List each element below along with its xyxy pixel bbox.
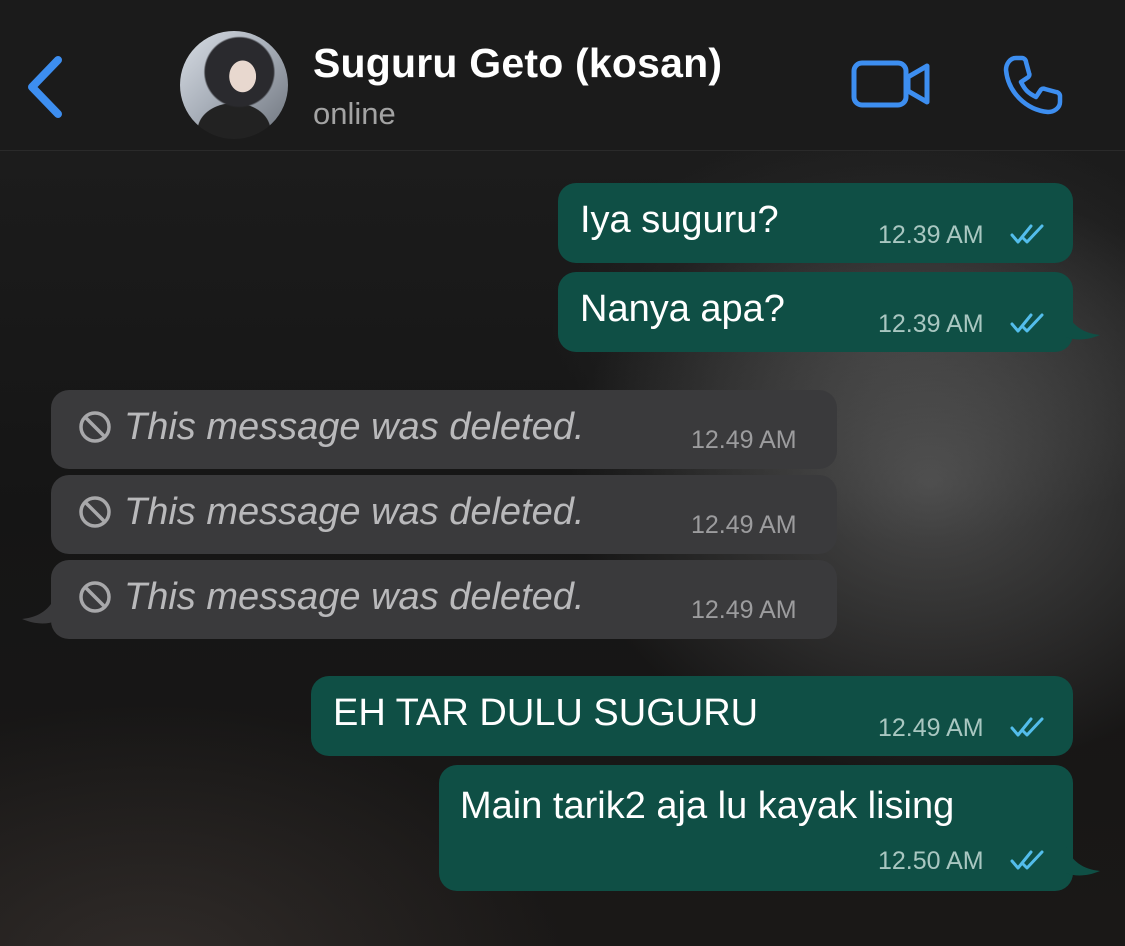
message-text: EH TAR DULU SUGURU	[333, 692, 759, 734]
message-bubble-outgoing[interactable]: Nanya apa? 12.39 AM	[558, 272, 1073, 352]
bubble-tail	[1066, 311, 1100, 340]
message-time: 12.49 AM	[878, 714, 984, 742]
message-bubble-outgoing[interactable]: EH TAR DULU SUGURU 12.49 AM	[311, 676, 1073, 756]
message-time: 12.49 AM	[691, 511, 797, 539]
bubble-tail	[1066, 847, 1100, 876]
video-camera-icon[interactable]	[850, 55, 932, 113]
deleted-message-text: This message was deleted.	[124, 576, 585, 618]
ban-icon	[79, 581, 111, 613]
message-time: 12.50 AM	[878, 847, 984, 875]
back-chevron-icon[interactable]	[22, 52, 72, 122]
message-time: 12.39 AM	[878, 310, 984, 338]
avatar[interactable]	[180, 31, 288, 139]
message-bubble-incoming[interactable]: This message was deleted. 12.49 AM	[51, 560, 837, 639]
ban-icon	[79, 411, 111, 443]
double-check-icon	[1010, 850, 1044, 870]
bubble-tail	[22, 595, 56, 624]
message-time: 12.39 AM	[878, 221, 984, 249]
message-bubble-incoming[interactable]: This message was deleted. 12.49 AM	[51, 390, 837, 469]
double-check-icon	[1010, 313, 1044, 333]
message-text: Iya suguru?	[580, 199, 779, 241]
deleted-message-text: This message was deleted.	[124, 406, 585, 448]
phone-icon[interactable]	[998, 50, 1068, 120]
double-check-icon	[1010, 717, 1044, 737]
chat-area[interactable]: Iya suguru? 12.39 AM Nanya apa? 12.39 AM…	[0, 151, 1125, 946]
message-time: 12.49 AM	[691, 426, 797, 454]
contact-status: online	[313, 96, 396, 131]
message-bubble-incoming[interactable]: This message was deleted. 12.49 AM	[51, 475, 837, 554]
chat-header: Suguru Geto (kosan) online	[0, 0, 1125, 151]
message-text: Nanya apa?	[580, 288, 785, 330]
message-text: Main tarik2 aja lu kayak lising	[460, 785, 955, 827]
message-time: 12.49 AM	[691, 596, 797, 624]
message-bubble-outgoing[interactable]: Main tarik2 aja lu kayak lising 12.50 AM	[439, 765, 1073, 891]
deleted-message-text: This message was deleted.	[124, 491, 585, 533]
ban-icon	[79, 496, 111, 528]
double-check-icon	[1010, 224, 1044, 244]
message-bubble-outgoing[interactable]: Iya suguru? 12.39 AM	[558, 183, 1073, 263]
contact-name[interactable]: Suguru Geto (kosan)	[313, 40, 722, 87]
